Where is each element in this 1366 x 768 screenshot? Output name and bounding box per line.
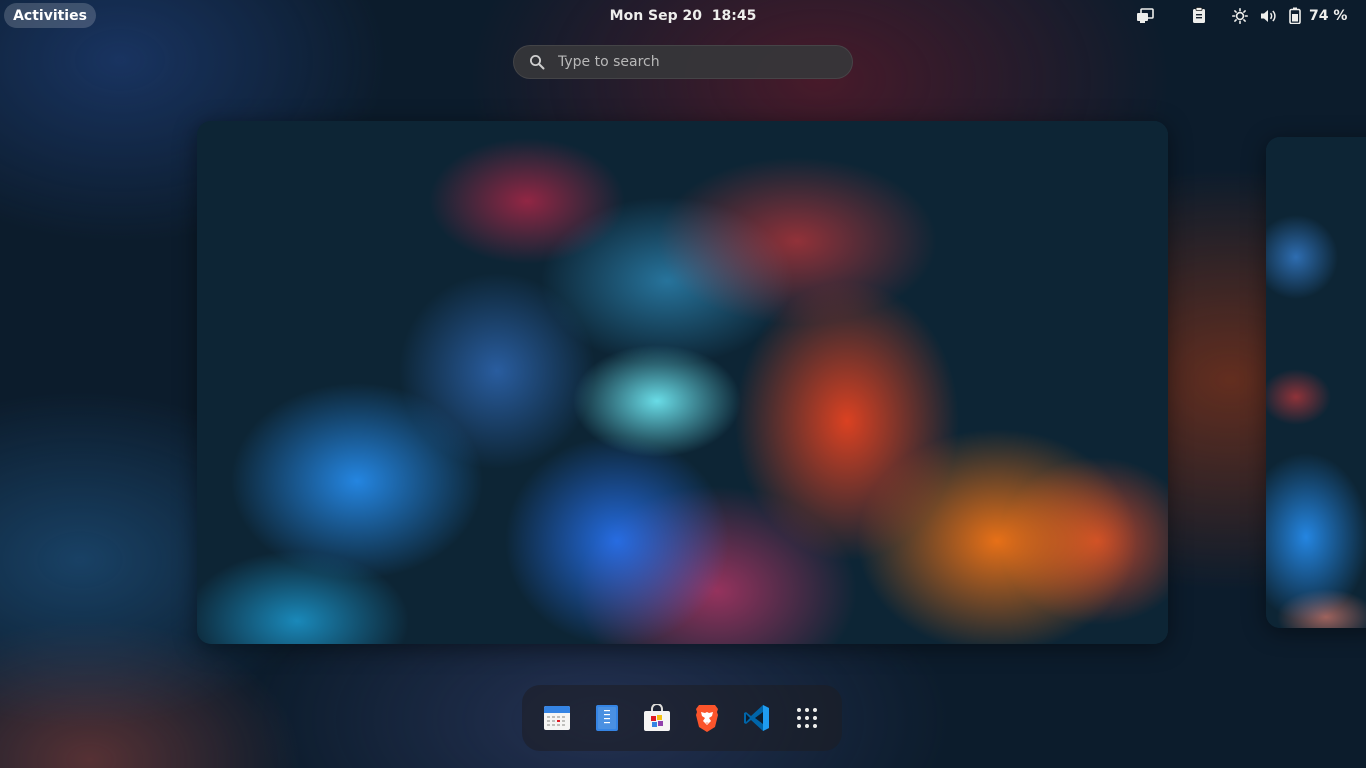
top-bar: Activities Mon Sep 20 18:45 74 %	[0, 0, 1366, 32]
display-icon	[1137, 7, 1154, 23]
brave-lion-icon	[696, 705, 718, 732]
clipboard-icon	[1193, 7, 1205, 23]
calendar-icon	[544, 706, 570, 730]
app-grid-icon	[797, 708, 817, 728]
dock-item-calendar[interactable]	[532, 693, 582, 743]
dock-item-software[interactable]	[632, 693, 682, 743]
clock-date-menu[interactable]: Mon Sep 20 18:45	[600, 3, 766, 28]
search-icon	[530, 55, 545, 70]
dock-item-show-applications[interactable]	[782, 693, 832, 743]
volume-icon	[1261, 9, 1276, 22]
wallpaper-image	[1266, 137, 1366, 628]
dock-item-brave[interactable]	[682, 693, 732, 743]
tray-clipboard[interactable]	[1187, 3, 1211, 28]
search-bar[interactable]	[513, 45, 853, 79]
battery-icon	[1289, 7, 1301, 24]
battery-percentage: 74 %	[1309, 7, 1348, 24]
dock-item-text-editor[interactable]	[582, 693, 632, 743]
workspace-thumbnail-next[interactable]	[1266, 137, 1366, 628]
wallpaper-image	[197, 121, 1168, 644]
system-status-menu[interactable]: 74 %	[1232, 3, 1362, 28]
search-input[interactable]	[556, 53, 820, 71]
brightness-icon	[1232, 7, 1248, 24]
dash-dock	[522, 685, 842, 751]
vscode-icon	[744, 705, 769, 731]
dock-item-vscode[interactable]	[732, 693, 782, 743]
tray-app-indicator[interactable]	[1133, 3, 1157, 28]
software-store-icon	[644, 704, 670, 731]
text-editor-icon	[596, 705, 618, 731]
workspace-thumbnail-current[interactable]	[197, 121, 1168, 644]
activities-button[interactable]: Activities	[4, 3, 96, 28]
